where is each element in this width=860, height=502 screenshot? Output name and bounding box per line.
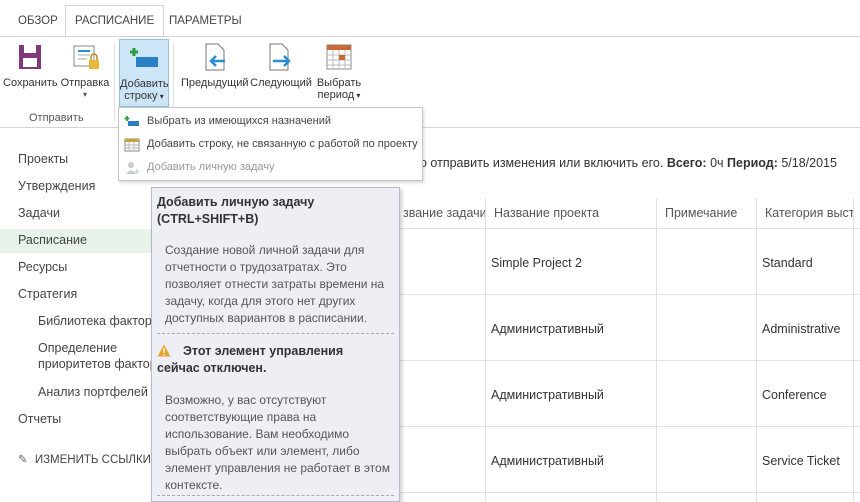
nav-item-factor-library[interactable]: Библиотека факторов (38, 314, 165, 328)
edit-links-label: ИЗМЕНИТЬ ССЫЛКИ (34, 454, 151, 466)
next-button[interactable]: Следующий (250, 41, 312, 89)
next-icon (269, 43, 291, 71)
tooltip-warning: Этот элемент управления сейчас отключен. (157, 343, 397, 377)
send-button[interactable]: Отправка ▾ (59, 41, 111, 101)
tooltip-title: Добавить личную задачу (CTRL+SHIFT+B) (157, 194, 397, 228)
menu-item-label: Добавить личную задачу (147, 161, 275, 173)
nav-item-reports[interactable]: Отчеты (18, 412, 61, 426)
menu-item-add-personal-task[interactable]: Добавить личную задачу (119, 156, 422, 179)
select-period-button[interactable]: Выбрать период ▾ (314, 41, 364, 102)
tooltip-warning-line-2: сейчас отключен. (157, 361, 267, 375)
grid-divider (853, 198, 854, 502)
cell-project[interactable]: Simple Project 2 (485, 256, 582, 270)
menu-item-select-assignment[interactable]: Выбрать из имеющихся назначений (119, 110, 422, 133)
column-header-comment[interactable]: Примечание (657, 198, 756, 228)
period-value: 5/18/2015 (781, 156, 837, 170)
add-row-small-icon (124, 116, 139, 126)
send-label: Отправка (60, 77, 110, 89)
ribbon-tabs: ОБЗОР РАСПИСАНИЕ ПАРАМЕТРЫ (0, 0, 860, 37)
cell-category[interactable]: Standard (756, 256, 813, 270)
add-row-menu: Выбрать из имеющихся назначений Добавить… (118, 107, 423, 181)
timesheet-grid: звание задачи Название проекта Примечани… (395, 198, 860, 502)
nav-item-strategy[interactable]: Стратегия (18, 287, 77, 301)
menu-item-label: Добавить строку, не связанную с работой … (147, 138, 418, 150)
grid-divider (395, 294, 860, 295)
tooltip-divider (157, 333, 394, 334)
total-label: Всего: (666, 156, 707, 170)
tab-schedule[interactable]: РАСПИСАНИЕ (65, 5, 165, 37)
cell-project[interactable]: Административный (485, 322, 604, 336)
send-dropdown-arrow: ▾ (82, 90, 87, 99)
tab-parameters[interactable]: ПАРАМЕТРЫ (160, 7, 251, 36)
nav-item-tasks[interactable]: Задачи (18, 206, 60, 220)
send-lock-icon (73, 45, 99, 69)
save-label: Сохранить (3, 77, 58, 89)
grid-divider (395, 492, 860, 493)
tooltip-add-personal-task: Добавить личную задачу (CTRL+SHIFT+B) Со… (151, 187, 400, 502)
add-row-button[interactable]: Добавить строку ▾ (119, 39, 169, 107)
tooltip-disabled-reason: Возможно, у вас отсутствуют соответствую… (165, 393, 390, 492)
tooltip-shortcut: (CTRL+SHIFT+B) (157, 212, 259, 226)
total-value: 0ч (710, 156, 724, 170)
pencil-icon: ✎ (18, 454, 28, 466)
grid-divider (395, 426, 860, 427)
grid-divider (395, 228, 860, 229)
tab-overview[interactable]: ОБЗОР (9, 7, 67, 36)
add-row-label-1: Добавить (120, 78, 169, 90)
tooltip-divider (157, 495, 394, 496)
cell-project[interactable]: Административный (485, 454, 604, 468)
menu-item-add-nonproject-row[interactable]: Добавить строку, не связанную с работой … (119, 133, 422, 156)
nav-item-resources[interactable]: Ресурсы (18, 260, 67, 274)
tooltip-description: Создание новой личной задачи для отчетно… (165, 243, 385, 325)
person-small-icon (126, 162, 140, 174)
menu-item-label: Выбрать из имеющихся назначений (147, 115, 332, 127)
previous-icon (205, 43, 225, 71)
calendar-icon (326, 44, 352, 70)
status-message: о отправить изменения или включить его. (420, 156, 664, 170)
select-period-label-2: период (317, 89, 355, 101)
save-button[interactable]: Сохранить (3, 41, 58, 89)
cell-category[interactable]: Conference (756, 388, 827, 402)
column-header-project-name[interactable]: Название проекта (486, 198, 656, 228)
period-label: Период: (727, 156, 778, 170)
previous-label: Предыдущий (181, 77, 249, 89)
status-line: о отправить изменения или включить его. … (420, 156, 837, 170)
next-label: Следующий (250, 77, 312, 89)
add-row-dropdown-arrow: ▾ (157, 92, 164, 101)
nav-item-approvals[interactable]: Утверждения (18, 179, 95, 193)
grid-divider (656, 198, 657, 502)
tooltip-title-line-1: Добавить личную задачу (157, 195, 315, 209)
tooltip-warning-line-1: Этот элемент управления (183, 344, 344, 358)
edit-links-link[interactable]: ✎ ИЗМЕНИТЬ ССЫЛКИ (18, 452, 151, 466)
save-icon (19, 45, 41, 69)
cell-category[interactable]: Service Ticket (756, 454, 840, 468)
add-row-icon (130, 48, 158, 67)
select-period-dropdown-arrow: ▾ (354, 91, 361, 100)
add-row-label-2: строку (124, 90, 158, 102)
calendar-small-icon (124, 138, 140, 152)
grid-divider (395, 360, 860, 361)
nav-item-prioritization-1[interactable]: Определение (38, 341, 117, 355)
previous-button[interactable]: Предыдущий (181, 41, 249, 89)
group-label-send: Отправить (29, 112, 84, 124)
nav-item-schedule[interactable]: Расписание (18, 233, 87, 247)
select-period-label-1: Выбрать (316, 77, 362, 89)
column-header-category[interactable]: Категория выст (757, 198, 860, 228)
cell-project[interactable]: Административный (485, 388, 604, 402)
ribbon-separator (114, 43, 115, 121)
cell-category[interactable]: Administrative (756, 322, 841, 336)
nav-item-portfolio-analysis[interactable]: Анализ портфелей (38, 385, 148, 399)
nav-item-projects[interactable]: Проекты (18, 152, 68, 166)
column-header-task-name[interactable]: звание задачи (395, 198, 485, 228)
